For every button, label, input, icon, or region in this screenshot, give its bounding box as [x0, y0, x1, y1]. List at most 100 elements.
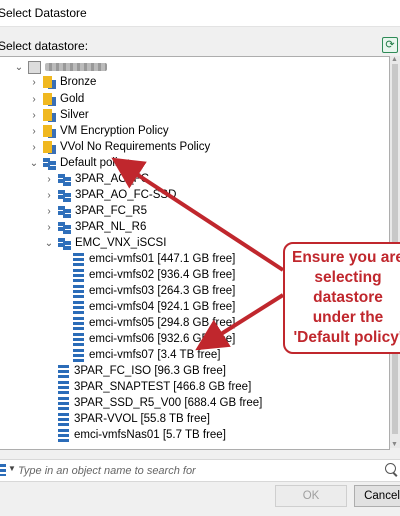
select-datastore-label: Select datastore:: [0, 39, 89, 53]
chevron-right-icon[interactable]: ›: [29, 110, 39, 121]
tree-node-cluster[interactable]: › 3PAR_AO_FC: [44, 171, 149, 187]
datastore-icon: [72, 300, 85, 314]
vcenter-name-redacted: [45, 63, 107, 71]
tree-node-datastore[interactable]: emci-vmfsNas01 [5.7 TB free]: [57, 427, 226, 443]
chevron-right-icon[interactable]: ›: [44, 206, 54, 217]
tree-node-label: emci-vmfs03 [264.3 GB free]: [89, 285, 236, 297]
tree-node-label: 3PAR-VVOL [55.8 TB free]: [74, 413, 210, 425]
datastore-icon: [72, 332, 85, 346]
tree-node-cluster[interactable]: › 3PAR_AO_FC-SSD: [44, 187, 176, 203]
datastore-icon: [72, 316, 85, 330]
tree-node-policy-vvol[interactable]: › VVol No Requirements Policy: [29, 139, 210, 155]
tree-node-policy-silver[interactable]: › Silver: [29, 107, 89, 123]
chevron-down-icon[interactable]: ⌄: [14, 62, 24, 73]
datastore-cluster-icon: [58, 188, 71, 202]
tree-node-datastore[interactable]: emci-vmfs04 [924.1 GB free]: [72, 299, 235, 315]
tree-node-label: 3PAR_NL_R6: [75, 221, 147, 233]
title-bar: Select Datastore: [0, 0, 400, 27]
cancel-button[interactable]: Cancel: [354, 485, 400, 507]
scroll-down-icon[interactable]: ▼: [391, 441, 398, 448]
scroll-up-icon[interactable]: ▲: [391, 56, 398, 63]
datastore-icon: [72, 252, 85, 266]
chevron-down-icon[interactable]: ▼: [8, 464, 16, 473]
chevron-down-icon[interactable]: ⌄: [29, 158, 39, 169]
datastore-cluster-icon: [58, 204, 71, 218]
tree-node-datastore[interactable]: emci-vmfs02 [936.4 GB free]: [72, 267, 235, 283]
tree-node-label: emci-vmfs05 [294.8 GB free]: [89, 317, 236, 329]
tree-node-policy-vm-encryption[interactable]: › VM Encryption Policy: [29, 123, 169, 139]
tree-node-cluster[interactable]: › 3PAR_NL_R6: [44, 219, 146, 235]
chevron-right-icon[interactable]: ›: [44, 222, 54, 233]
storage-policy-icon: [43, 124, 56, 138]
datastore-cluster-icon: [43, 156, 56, 170]
tree-node-label: emci-vmfs04 [924.1 GB free]: [89, 301, 236, 313]
datastore-icon: [57, 412, 70, 426]
callout-line: 'Default policy': [293, 329, 400, 346]
datastore-cluster-icon: [58, 172, 71, 186]
search-icon[interactable]: [385, 463, 396, 474]
tree-node-label: Default policy: [60, 157, 130, 169]
tree-node-label: emci-vmfs06 [932.6 GB free]: [89, 333, 236, 345]
tree-node-label: emci-vmfs01 [447.1 GB free]: [89, 253, 236, 265]
tree-node-label: 3PAR_AO_FC-SSD: [75, 189, 177, 201]
tree-node-policy-gold[interactable]: › Gold: [29, 91, 84, 107]
chevron-right-icon[interactable]: ›: [29, 94, 39, 105]
chevron-right-icon[interactable]: ›: [29, 126, 39, 137]
tree-node-label: Gold: [60, 93, 85, 105]
datastore-icon: [57, 396, 70, 410]
ok-button[interactable]: OK: [275, 485, 347, 507]
tree-node-label: 3PAR_SSD_R5_V00 [688.4 GB free]: [74, 397, 263, 409]
datastore-icon: [72, 348, 85, 362]
chevron-right-icon[interactable]: ›: [29, 77, 39, 88]
tree-node-label: 3PAR_FC_R5: [75, 205, 148, 217]
storage-policy-icon: [43, 75, 56, 89]
tree-node-policy-bronze[interactable]: › Bronze: [29, 74, 96, 90]
chevron-down-icon[interactable]: ⌄: [44, 238, 54, 249]
tree-node-datastore[interactable]: 3PAR_SSD_R5_V00 [688.4 GB free]: [57, 395, 262, 411]
search-input[interactable]: [16, 462, 380, 480]
tree-node-datastore[interactable]: emci-vmfs01 [447.1 GB free]: [72, 251, 235, 267]
tree-node-datastore[interactable]: 3PAR-VVOL [55.8 TB free]: [57, 411, 210, 427]
tree-node-label: 3PAR_AO_FC: [75, 173, 149, 185]
dialog-title: Select Datastore: [0, 6, 87, 20]
tree-node-label: Bronze: [60, 76, 97, 88]
tree-node-cluster-emc[interactable]: ⌄ EMC_VNX_iSCSI: [44, 235, 166, 251]
search-bar: ▼: [0, 459, 400, 482]
tree-node-label: EMC_VNX_iSCSI: [75, 237, 167, 249]
callout-line: selecting: [314, 269, 382, 286]
callout-line: Ensure you are: [292, 249, 400, 266]
vcenter-icon: [28, 60, 41, 74]
storage-policy-icon: [43, 108, 56, 122]
datastore-icon: [72, 284, 85, 298]
tree-node-label: VM Encryption Policy: [60, 125, 169, 137]
datastore-cluster-icon: [58, 236, 71, 250]
tree-node-datastore[interactable]: emci-vmfs05 [294.8 GB free]: [72, 315, 235, 331]
chevron-right-icon[interactable]: ›: [44, 174, 54, 185]
tree-node-label: Silver: [60, 109, 89, 121]
datastore-filter-icon[interactable]: [0, 464, 6, 476]
tree-node-cluster[interactable]: › 3PAR_FC_R5: [44, 203, 147, 219]
callout-line: under the: [312, 309, 384, 326]
annotation-callout: Ensure you are selecting datastore under…: [283, 242, 400, 354]
datastore-icon: [72, 268, 85, 282]
refresh-icon[interactable]: ⟳: [382, 37, 398, 53]
tree-node-datastore[interactable]: emci-vmfs03 [264.3 GB free]: [72, 283, 235, 299]
tree-node-default-policy[interactable]: ⌄ Default policy: [29, 155, 129, 171]
chevron-right-icon[interactable]: ›: [44, 190, 54, 201]
tree-node-datastore[interactable]: 3PAR_FC_ISO [96.3 GB free]: [57, 363, 226, 379]
tree-node-label: 3PAR_SNAPTEST [466.8 GB free]: [74, 381, 252, 393]
datastore-cluster-icon: [58, 220, 71, 234]
datastore-icon: [57, 380, 70, 394]
tree-node-datastore[interactable]: 3PAR_SNAPTEST [466.8 GB free]: [57, 379, 251, 395]
tree-node-vcenter[interactable]: ⌄: [14, 59, 107, 75]
tree-node-label: emci-vmfs02 [936.4 GB free]: [89, 269, 236, 281]
callout-line: datastore: [313, 289, 383, 306]
datastore-icon: [57, 428, 70, 442]
datastore-icon: [57, 364, 70, 378]
tree-node-label: emci-vmfs07 [3.4 TB free]: [89, 349, 221, 361]
tree-node-datastore[interactable]: emci-vmfs06 [932.6 GB free]: [72, 331, 235, 347]
tree-node-datastore[interactable]: emci-vmfs07 [3.4 TB free]: [72, 347, 220, 363]
tree-node-label: VVol No Requirements Policy: [60, 141, 211, 153]
storage-policy-icon: [43, 140, 56, 154]
chevron-right-icon[interactable]: ›: [29, 142, 39, 153]
